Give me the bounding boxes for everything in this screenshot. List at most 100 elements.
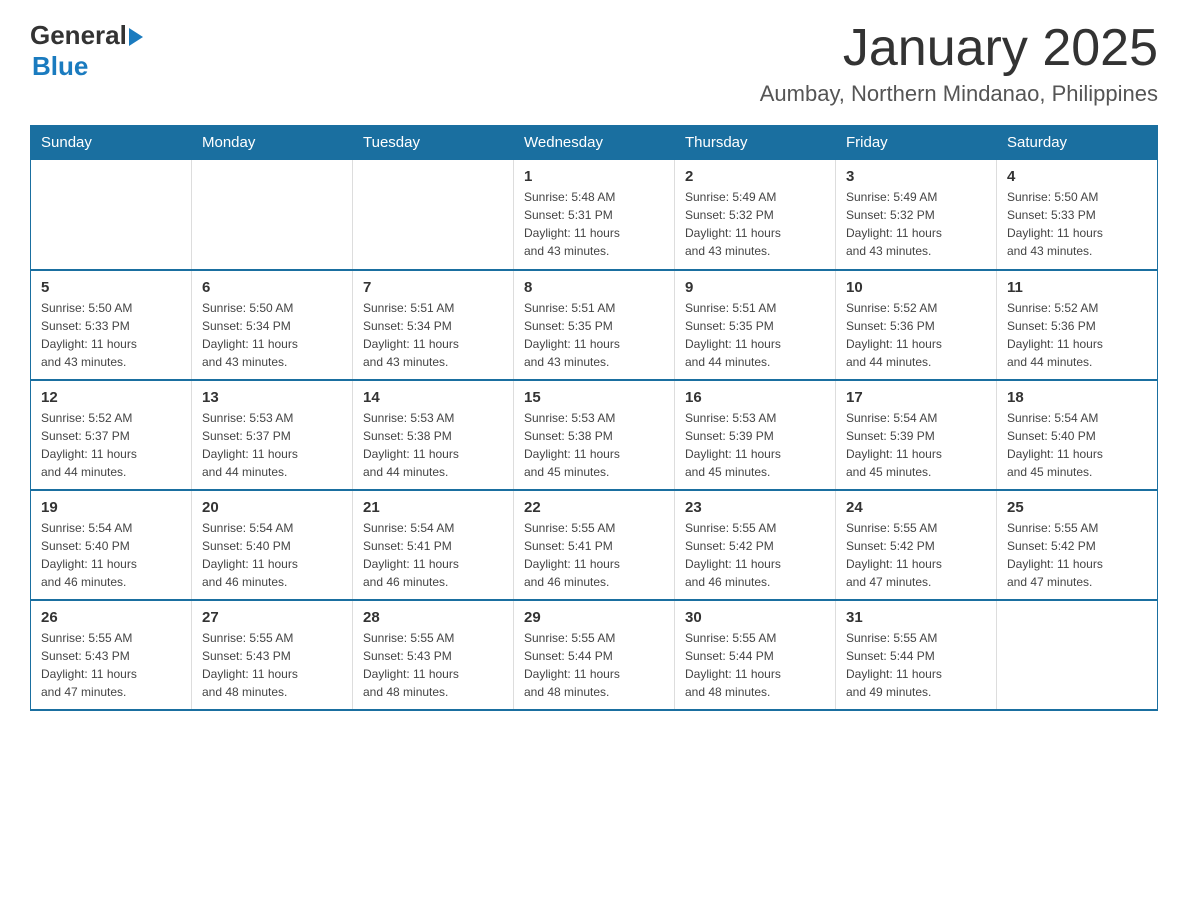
table-row: 26 Sunrise: 5:55 AM Sunset: 5:43 PM Dayli… (31, 600, 192, 710)
table-row (31, 160, 192, 270)
table-row: 23Sunrise: 5:55 AM Sunset: 5:42 PM Dayli… (675, 490, 836, 600)
logo-blue: Blue (32, 51, 143, 82)
calendar-header: Sunday Monday Tuesday Wednesday Thursday… (31, 126, 1158, 160)
day-number: 25 (1007, 499, 1147, 516)
day-number: 20 (202, 499, 342, 516)
day-number: 26 (41, 609, 181, 626)
table-row: 22 Sunrise: 5:55 AM Sunset: 5:41 PM Dayli… (514, 490, 675, 600)
day-info: Sunrise: 5:53 AM Sunset: 5:39 PM Dayligh… (685, 409, 825, 481)
table-row (997, 600, 1158, 710)
table-row: 17Sunrise: 5:54 AM Sunset: 5:39 PM Dayli… (836, 380, 997, 490)
subtitle: Aumbay, Northern Mindanao, Philippines (760, 81, 1158, 107)
table-row: 4 Sunrise: 5:50 AM Sunset: 5:33 PM Daylig… (997, 160, 1158, 270)
table-row (192, 160, 353, 270)
day-info: Sunrise: 5:49 AM Sunset: 5:32 PM Dayligh… (846, 188, 986, 260)
day-number: 7 (363, 279, 503, 296)
day-info: Sunrise: 5:54 AM Sunset: 5:40 PM Dayligh… (202, 519, 342, 591)
day-number: 17 (846, 389, 986, 406)
table-row: 6 Sunrise: 5:50 AM Sunset: 5:34 PM Daylig… (192, 270, 353, 380)
table-row: 29 Sunrise: 5:55 AM Sunset: 5:44 PM Dayli… (514, 600, 675, 710)
table-row: 15Sunrise: 5:53 AM Sunset: 5:38 PM Dayli… (514, 380, 675, 490)
day-info: Sunrise: 5:55 AM Sunset: 5:44 PM Dayligh… (524, 629, 664, 701)
calendar-table: Sunday Monday Tuesday Wednesday Thursday… (30, 125, 1158, 711)
day-info: Sunrise: 5:53 AM Sunset: 5:38 PM Dayligh… (363, 409, 503, 481)
main-title: January 2025 (760, 20, 1158, 77)
day-number: 18 (1007, 389, 1147, 406)
table-row: 28Sunrise: 5:55 AM Sunset: 5:43 PM Dayli… (353, 600, 514, 710)
day-info: Sunrise: 5:52 AM Sunset: 5:36 PM Dayligh… (1007, 299, 1147, 371)
table-row: 7 Sunrise: 5:51 AM Sunset: 5:34 PM Daylig… (353, 270, 514, 380)
table-row: 3 Sunrise: 5:49 AM Sunset: 5:32 PM Daylig… (836, 160, 997, 270)
header-saturday: Saturday (997, 126, 1158, 160)
header-monday: Monday (192, 126, 353, 160)
table-row: 20 Sunrise: 5:54 AM Sunset: 5:40 PM Dayli… (192, 490, 353, 600)
day-info: Sunrise: 5:52 AM Sunset: 5:37 PM Dayligh… (41, 409, 181, 481)
day-info: Sunrise: 5:55 AM Sunset: 5:41 PM Dayligh… (524, 519, 664, 591)
logo-arrow-icon (129, 28, 143, 46)
day-info: Sunrise: 5:55 AM Sunset: 5:42 PM Dayligh… (1007, 519, 1147, 591)
day-info: Sunrise: 5:50 AM Sunset: 5:34 PM Dayligh… (202, 299, 342, 371)
header-wednesday: Wednesday (514, 126, 675, 160)
day-number: 23 (685, 499, 825, 516)
day-number: 29 (524, 609, 664, 626)
day-number: 22 (524, 499, 664, 516)
day-info: Sunrise: 5:51 AM Sunset: 5:34 PM Dayligh… (363, 299, 503, 371)
table-row: 24 Sunrise: 5:55 AM Sunset: 5:42 PM Dayli… (836, 490, 997, 600)
day-info: Sunrise: 5:54 AM Sunset: 5:40 PM Dayligh… (41, 519, 181, 591)
day-number: 10 (846, 279, 986, 296)
day-number: 11 (1007, 279, 1147, 296)
day-number: 31 (846, 609, 986, 626)
table-row: 1 Sunrise: 5:48 AM Sunset: 5:31 PM Daylig… (514, 160, 675, 270)
calendar-body: 1 Sunrise: 5:48 AM Sunset: 5:31 PM Daylig… (31, 160, 1158, 710)
day-number: 3 (846, 168, 986, 185)
day-info: Sunrise: 5:55 AM Sunset: 5:43 PM Dayligh… (202, 629, 342, 701)
day-info: Sunrise: 5:53 AM Sunset: 5:37 PM Dayligh… (202, 409, 342, 481)
day-number: 28 (363, 609, 503, 626)
day-number: 16 (685, 389, 825, 406)
day-number: 2 (685, 168, 825, 185)
day-number: 15 (524, 389, 664, 406)
table-row: 14 Sunrise: 5:53 AM Sunset: 5:38 PM Dayli… (353, 380, 514, 490)
table-row: 18Sunrise: 5:54 AM Sunset: 5:40 PM Dayli… (997, 380, 1158, 490)
table-row: 12 Sunrise: 5:52 AM Sunset: 5:37 PM Dayli… (31, 380, 192, 490)
table-row: 27 Sunrise: 5:55 AM Sunset: 5:43 PM Dayli… (192, 600, 353, 710)
day-number: 24 (846, 499, 986, 516)
day-number: 27 (202, 609, 342, 626)
day-number: 19 (41, 499, 181, 516)
day-info: Sunrise: 5:50 AM Sunset: 5:33 PM Dayligh… (1007, 188, 1147, 260)
table-row: 10Sunrise: 5:52 AM Sunset: 5:36 PM Dayli… (836, 270, 997, 380)
day-info: Sunrise: 5:50 AM Sunset: 5:33 PM Dayligh… (41, 299, 181, 371)
page-header: General Blue January 2025 Aumbay, Northe… (30, 20, 1158, 107)
day-number: 12 (41, 389, 181, 406)
table-row: 8Sunrise: 5:51 AM Sunset: 5:35 PM Daylig… (514, 270, 675, 380)
day-number: 13 (202, 389, 342, 406)
day-info: Sunrise: 5:54 AM Sunset: 5:41 PM Dayligh… (363, 519, 503, 591)
table-row: 13 Sunrise: 5:53 AM Sunset: 5:37 PM Dayli… (192, 380, 353, 490)
table-row (353, 160, 514, 270)
day-number: 8 (524, 279, 664, 296)
day-number: 30 (685, 609, 825, 626)
table-row: 5 Sunrise: 5:50 AM Sunset: 5:33 PM Daylig… (31, 270, 192, 380)
table-row: 19 Sunrise: 5:54 AM Sunset: 5:40 PM Dayli… (31, 490, 192, 600)
logo-general: General (30, 20, 127, 51)
day-number: 21 (363, 499, 503, 516)
day-number: 1 (524, 168, 664, 185)
day-info: Sunrise: 5:48 AM Sunset: 5:31 PM Dayligh… (524, 188, 664, 260)
table-row: 31Sunrise: 5:55 AM Sunset: 5:44 PM Dayli… (836, 600, 997, 710)
table-row: 25 Sunrise: 5:55 AM Sunset: 5:42 PM Dayli… (997, 490, 1158, 600)
table-row: 9Sunrise: 5:51 AM Sunset: 5:35 PM Daylig… (675, 270, 836, 380)
day-info: Sunrise: 5:51 AM Sunset: 5:35 PM Dayligh… (685, 299, 825, 371)
table-row: 2 Sunrise: 5:49 AM Sunset: 5:32 PM Daylig… (675, 160, 836, 270)
day-info: Sunrise: 5:55 AM Sunset: 5:42 PM Dayligh… (846, 519, 986, 591)
table-row: 11 Sunrise: 5:52 AM Sunset: 5:36 PM Dayli… (997, 270, 1158, 380)
day-number: 4 (1007, 168, 1147, 185)
day-number: 14 (363, 389, 503, 406)
table-row: 21 Sunrise: 5:54 AM Sunset: 5:41 PM Dayli… (353, 490, 514, 600)
day-info: Sunrise: 5:49 AM Sunset: 5:32 PM Dayligh… (685, 188, 825, 260)
table-row: 16 Sunrise: 5:53 AM Sunset: 5:39 PM Dayli… (675, 380, 836, 490)
day-info: Sunrise: 5:55 AM Sunset: 5:43 PM Dayligh… (41, 629, 181, 701)
day-number: 5 (41, 279, 181, 296)
header-friday: Friday (836, 126, 997, 160)
table-row: 30Sunrise: 5:55 AM Sunset: 5:44 PM Dayli… (675, 600, 836, 710)
day-number: 6 (202, 279, 342, 296)
